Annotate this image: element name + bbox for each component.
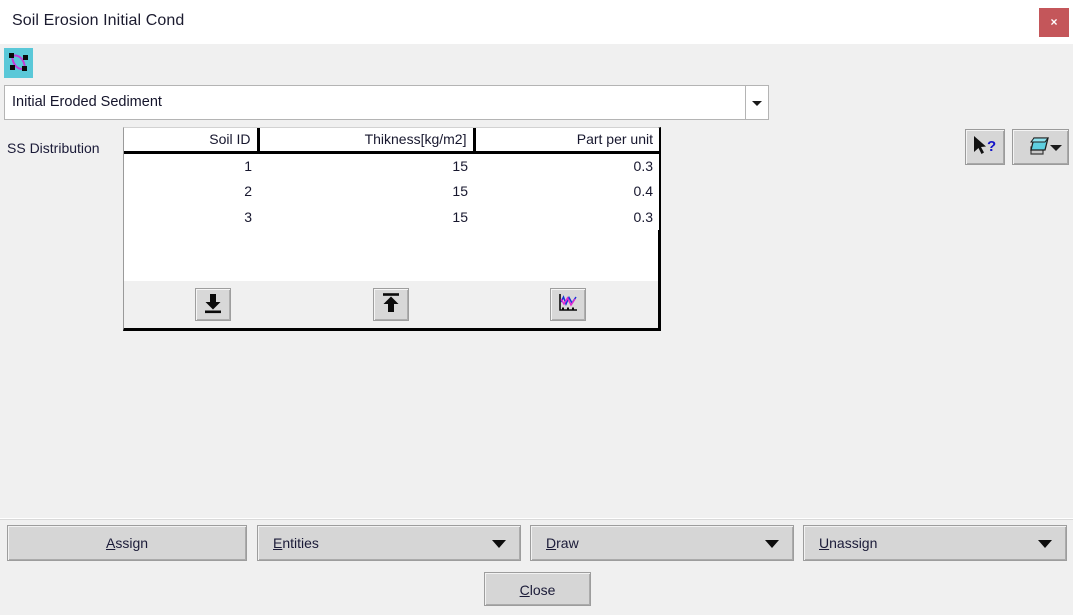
chevron-down-icon xyxy=(1050,145,1062,151)
help-cursor-button[interactable]: ? xyxy=(965,129,1005,165)
ss-distribution-label: SS Distribution xyxy=(7,140,100,156)
bottom-divider xyxy=(0,518,1073,520)
table-toolbar xyxy=(124,281,658,328)
cell-part-per-unit[interactable]: 0.4 xyxy=(474,178,659,204)
ss-distribution-table: Soil ID Thikness[kg/m2] Part per unit 1 … xyxy=(123,127,661,331)
combobox-value: Initial Eroded Sediment xyxy=(12,94,162,110)
unassign-button[interactable]: Unassign xyxy=(803,525,1067,561)
chevron-down-icon xyxy=(752,100,762,106)
assign-button[interactable]: Assign xyxy=(7,525,247,561)
table-row[interactable]: 3 15 0.3 xyxy=(124,204,659,230)
column-header-part-per-unit[interactable]: Part per unit xyxy=(474,128,659,154)
cell-thickness[interactable]: 15 xyxy=(258,152,474,178)
cell-part-per-unit[interactable]: 0.3 xyxy=(474,204,659,230)
draw-button[interactable]: Draw xyxy=(530,525,794,561)
export-up-arrow-icon xyxy=(383,293,399,312)
unassign-button-label: Unassign xyxy=(819,535,878,551)
plot-chart-icon xyxy=(559,294,577,311)
chevron-down-icon xyxy=(492,540,506,548)
window-titlebar: Soil Erosion Initial Cond × xyxy=(0,0,1073,44)
draw-button-label: Draw xyxy=(546,535,579,551)
cell-soil-id[interactable]: 1 xyxy=(124,152,258,178)
entities-button[interactable]: Entities xyxy=(257,525,521,561)
cell-part-per-unit[interactable]: 0.3 xyxy=(474,152,659,178)
close-dialog-button-label: Close xyxy=(519,582,556,598)
close-icon: × xyxy=(1050,15,1058,29)
table-header-row: Soil ID Thikness[kg/m2] Part per unit xyxy=(124,128,659,154)
chevron-down-icon xyxy=(765,540,779,548)
shape-nodes-icon xyxy=(9,53,28,71)
cell-thickness[interactable]: 15 xyxy=(258,178,474,204)
cell-thickness[interactable]: 15 xyxy=(258,204,474,230)
column-header-thickness[interactable]: Thikness[kg/m2] xyxy=(258,128,476,154)
plot-button[interactable] xyxy=(550,288,586,321)
cell-soil-id[interactable]: 2 xyxy=(124,178,258,204)
window-title: Soil Erosion Initial Cond xyxy=(12,12,185,29)
sediment-type-combobox[interactable]: Initial Eroded Sediment xyxy=(4,85,769,120)
svg-text:?: ? xyxy=(987,138,996,155)
table-row[interactable]: 1 15 0.3 xyxy=(124,152,659,178)
import-button[interactable] xyxy=(195,288,231,321)
export-button[interactable] xyxy=(373,288,409,321)
column-header-soil-id[interactable]: Soil ID xyxy=(124,128,260,154)
assign-button-label: Assign xyxy=(105,535,149,551)
help-pointer-icon: ? xyxy=(974,135,996,155)
layers-button[interactable] xyxy=(1012,129,1069,165)
entities-button-label: Entities xyxy=(273,535,319,551)
chevron-down-icon xyxy=(1038,540,1052,548)
table-row[interactable]: 2 15 0.4 xyxy=(124,178,659,204)
import-down-arrow-icon xyxy=(205,294,221,314)
cell-soil-id[interactable]: 3 xyxy=(124,204,258,230)
close-dialog-button[interactable]: Close xyxy=(484,572,591,606)
table-grid: Soil ID Thikness[kg/m2] Part per unit 1 … xyxy=(124,128,659,230)
combobox-dropdown-button[interactable] xyxy=(745,86,768,119)
shape-nodes-icon-button[interactable] xyxy=(4,48,33,78)
dialog-body: Initial Eroded Sediment ? SS Distributio… xyxy=(0,44,1073,615)
window-close-button[interactable]: × xyxy=(1039,8,1069,37)
toolbar xyxy=(0,44,1073,84)
